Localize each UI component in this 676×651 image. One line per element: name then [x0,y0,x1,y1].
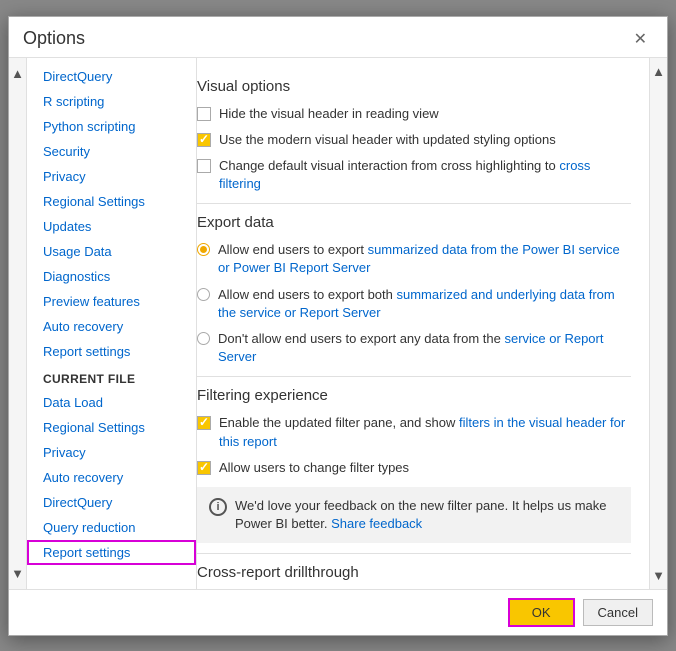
sidebar-item-previewfeatures[interactable]: Preview features [27,289,196,314]
info-text: We'd love your feedback on the new filte… [235,497,619,533]
visual-options-title: Visual options [197,78,631,95]
visual-option-cross-filtering: Change default visual interaction from c… [197,157,631,193]
info-icon: i [209,498,227,516]
filter-pane-checkbox[interactable] [197,416,211,430]
cancel-button[interactable]: Cancel [583,599,653,626]
visual-option-modern-header: Use the modern visual header with update… [197,131,631,149]
export-data-section: Export data Allow end users to export su… [197,214,631,366]
hide-header-label: Hide the visual header in reading view [219,105,439,123]
sidebar-item-directquery-current[interactable]: DirectQuery [27,490,196,515]
sidebar-scroll-area: DirectQuery R scripting Python scripting… [27,58,196,589]
radio-summarized-label: Allow end users to export summarized dat… [218,241,631,277]
sidebar-item-pythonscripting[interactable]: Python scripting [27,114,196,139]
current-file-header: CURRENT FILE [27,364,196,390]
crossreport-title: Cross-report drillthrough [197,564,631,581]
sidebar-item-regionalsettings[interactable]: Regional Settings [27,189,196,214]
radio-none[interactable] [197,332,210,345]
filter-pane-option: Enable the updated filter pane, and show… [197,414,631,450]
sidebar-item-autorecovery-current[interactable]: Auto recovery [27,465,196,490]
sidebar-item-regional-current[interactable]: Regional Settings [27,415,196,440]
close-button[interactable]: ✕ [628,27,653,51]
sidebar-scroll-arrows: ▲ ▼ [9,58,27,589]
title-bar: Options ✕ [9,17,667,57]
crossreport-section: Cross-report drillthrough Allow visuals … [197,564,631,588]
sidebar-item-security[interactable]: Security [27,139,196,164]
modern-header-checkbox[interactable] [197,133,211,147]
sidebar-item-privacy[interactable]: Privacy [27,164,196,189]
filter-types-label: Allow users to change filter types [219,459,409,477]
filtering-title: Filtering experience [197,387,631,404]
content-scroll-arrows: ▲ ▼ [649,58,667,589]
filter-types-option: Allow users to change filter types [197,459,631,477]
cross-filtering-checkbox[interactable] [197,159,211,173]
radio-summarized[interactable] [197,243,210,256]
filter-pane-label: Enable the updated filter pane, and show… [219,414,631,450]
sidebar-item-dataload[interactable]: Data Load [27,390,196,415]
export-radio-none: Don't allow end users to export any data… [197,330,631,366]
dialog-footer: OK Cancel [9,589,667,635]
dialog-body: ▲ ▼ DirectQuery R scripting Python scrip… [9,57,667,589]
content-main: Visual options Hide the visual header in… [179,58,649,589]
sidebar-item-queryreduction[interactable]: Query reduction [27,515,196,540]
export-data-title: Export data [197,214,631,231]
options-dialog: Options ✕ ▲ ▼ DirectQuery R scripting Py… [8,16,668,636]
sidebar-item-autorecovery[interactable]: Auto recovery [27,314,196,339]
sidebar-item-privacy-current[interactable]: Privacy [27,440,196,465]
sidebar-container: ▲ ▼ DirectQuery R scripting Python scrip… [9,58,179,589]
sidebar-item-reportsettings-current[interactable]: Report settings [27,540,196,565]
sidebar-item-usagedata[interactable]: Usage Data [27,239,196,264]
sidebar-item-directquery[interactable]: DirectQuery [27,64,196,89]
sidebar-item-reportsettings-global[interactable]: Report settings [27,339,196,364]
share-feedback-link[interactable]: Share feedback [331,516,422,531]
sidebar: DirectQuery R scripting Python scripting… [27,58,197,589]
dialog-title: Options [23,28,85,49]
visual-options-section: Visual options Hide the visual header in… [197,78,631,194]
hide-header-checkbox[interactable] [197,107,211,121]
modern-header-label: Use the modern visual header with update… [219,131,556,149]
content-scroll-down[interactable]: ▼ [646,564,667,587]
filter-types-checkbox[interactable] [197,461,211,475]
sidebar-item-updates[interactable]: Updates [27,214,196,239]
sidebar-item-rscripting[interactable]: R scripting [27,89,196,114]
radio-both-label: Allow end users to export both summarize… [218,286,631,322]
sidebar-item-diagnostics[interactable]: Diagnostics [27,264,196,289]
export-radio-both: Allow end users to export both summarize… [197,286,631,322]
cross-filtering-label: Change default visual interaction from c… [219,157,631,193]
radio-both[interactable] [197,288,210,301]
content-scroll-up[interactable]: ▲ [646,60,667,83]
visual-option-hide-header: Hide the visual header in reading view [197,105,631,123]
radio-none-label: Don't allow end users to export any data… [218,330,631,366]
ok-button[interactable]: OK [508,598,575,627]
filtering-section: Filtering experience Enable the updated … [197,387,631,543]
feedback-info-box: i We'd love your feedback on the new fil… [197,487,631,543]
export-radio-summarized: Allow end users to export summarized dat… [197,241,631,277]
content-area: Visual options Hide the visual header in… [179,58,667,589]
